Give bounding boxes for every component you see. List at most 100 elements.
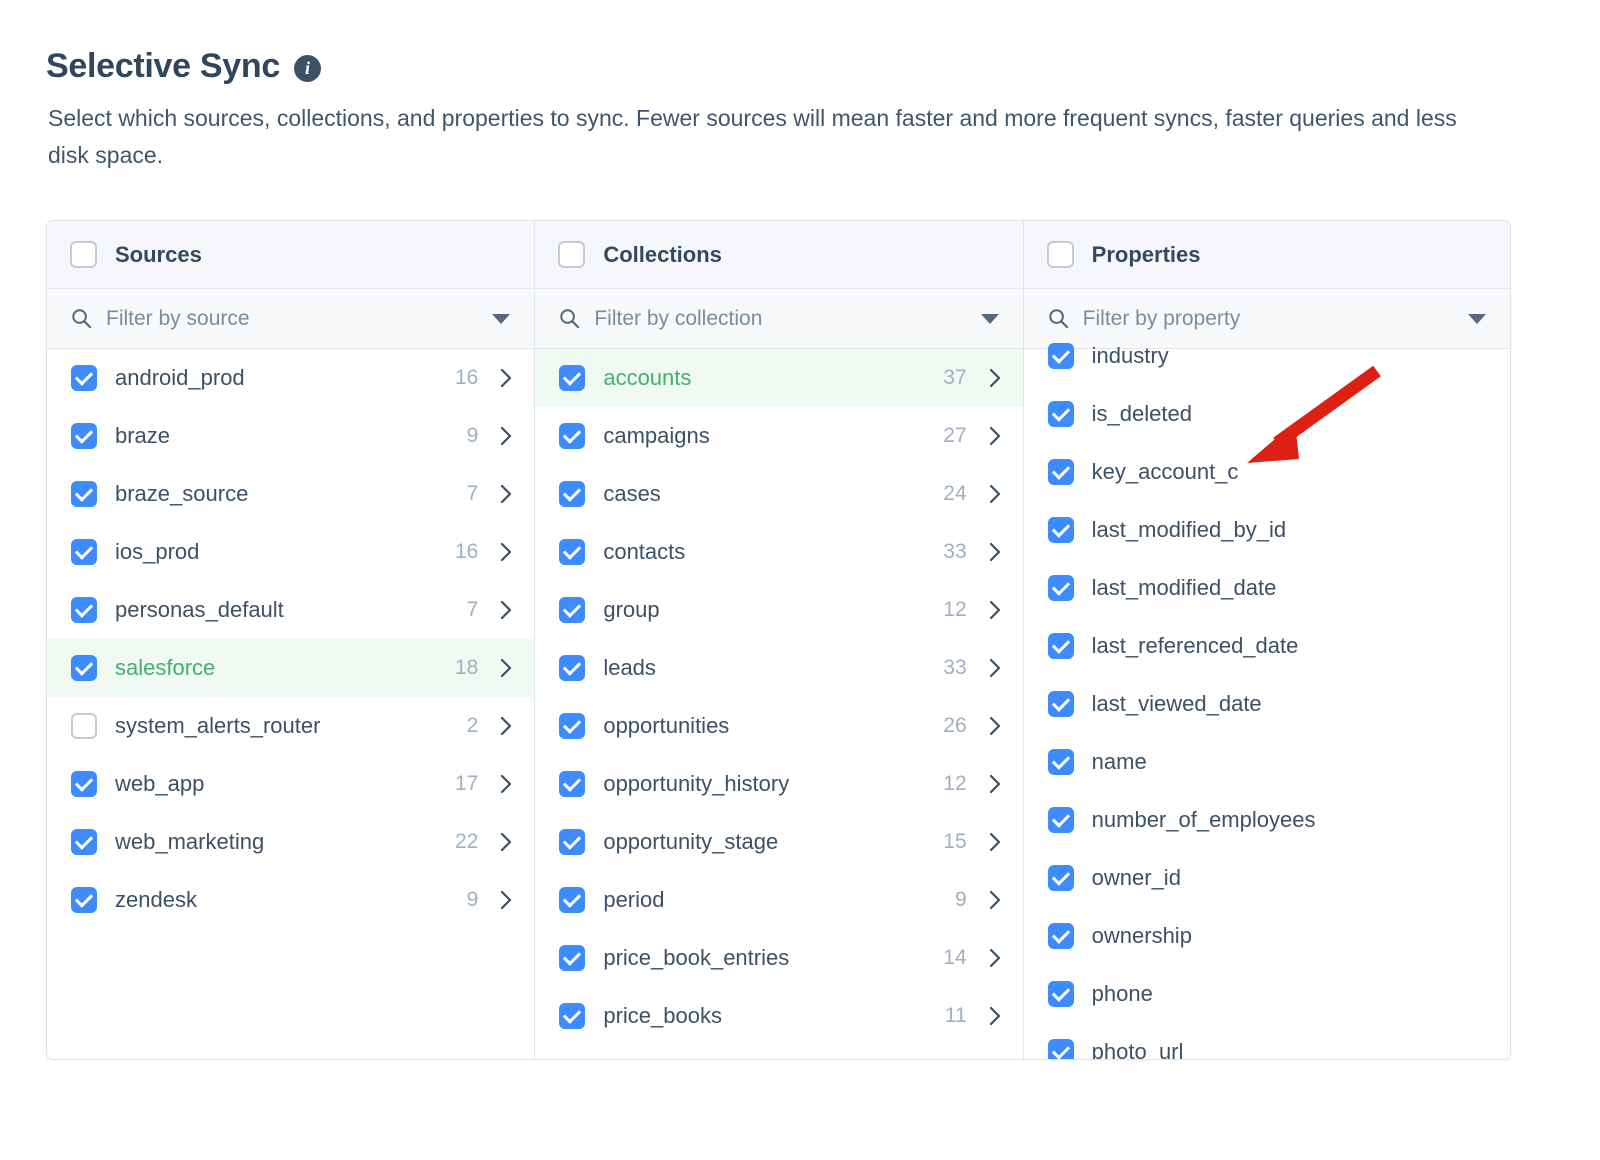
checkbox-web_app[interactable] <box>71 771 97 797</box>
list-item-period[interactable]: period 9 <box>535 871 1022 929</box>
list-item-system_alerts_router[interactable]: system_alerts_router 2 <box>47 697 534 755</box>
expand-price_books-icon[interactable] <box>989 1006 1001 1026</box>
checkbox-salesforce[interactable] <box>71 655 97 681</box>
select-all-sources-checkbox[interactable] <box>70 241 97 268</box>
expand-web_app-icon[interactable] <box>500 774 512 794</box>
list-item-opportunities[interactable]: opportunities 26 <box>535 697 1022 755</box>
checkbox-last_modified_date[interactable] <box>1047 575 1074 601</box>
expand-zendesk-icon[interactable] <box>500 890 512 910</box>
filter-sources-dropdown-icon[interactable] <box>492 313 511 324</box>
checkbox-braze_source[interactable] <box>71 481 97 507</box>
expand-opportunity_stage-icon[interactable] <box>989 832 1001 852</box>
expand-ios_prod-icon[interactable] <box>500 542 512 562</box>
expand-system_alerts_router-icon[interactable] <box>500 716 512 736</box>
checkbox-leads[interactable] <box>559 655 586 681</box>
select-all-collections-checkbox[interactable] <box>558 241 586 268</box>
list-item-leads[interactable]: leads 33 <box>535 639 1022 697</box>
checkbox-cases[interactable] <box>559 481 586 507</box>
list-item-price_books[interactable]: price_books 11 <box>535 987 1022 1045</box>
checkbox-braze[interactable] <box>71 423 97 449</box>
list-item-salesforce[interactable]: salesforce 18 <box>47 639 535 697</box>
list-item-group[interactable]: group 12 <box>535 581 1022 639</box>
list-item-accounts[interactable]: accounts 37 <box>535 349 1023 407</box>
checkbox-opportunity_history[interactable] <box>559 771 586 797</box>
checkbox-contacts[interactable] <box>559 539 586 565</box>
checkbox-ownership[interactable] <box>1047 923 1074 949</box>
checkbox-phone[interactable] <box>1047 981 1074 1007</box>
list-item-zendesk[interactable]: zendesk 9 <box>47 871 534 929</box>
checkbox-group[interactable] <box>559 597 586 623</box>
expand-period-icon[interactable] <box>989 890 1001 910</box>
expand-campaigns-icon[interactable] <box>989 426 1001 446</box>
expand-salesforce-icon[interactable] <box>500 658 512 678</box>
list-item-price_book_entries[interactable]: price_book_entries 14 <box>535 929 1022 987</box>
list-item-phone[interactable]: phone <box>1024 965 1510 1023</box>
expand-braze-icon[interactable] <box>500 426 512 446</box>
checkbox-android_prod[interactable] <box>71 365 97 391</box>
checkbox-number_of_employees[interactable] <box>1047 807 1074 833</box>
checkbox-photo_url[interactable] <box>1047 1039 1074 1059</box>
expand-android_prod-icon[interactable] <box>500 368 512 388</box>
expand-group-icon[interactable] <box>989 600 1001 620</box>
checkbox-personas_default[interactable] <box>71 597 97 623</box>
list-item-ios_prod[interactable]: ios_prod 16 <box>47 523 534 581</box>
column-filter-bar[interactable] <box>47 289 535 349</box>
list-item-last_referenced_date[interactable]: last_referenced_date <box>1024 617 1510 675</box>
checkbox-opportunities[interactable] <box>559 713 586 739</box>
checkbox-last_referenced_date[interactable] <box>1047 633 1074 659</box>
list-item-products[interactable]: products 10 <box>535 1045 1022 1059</box>
list-item-key_account_c[interactable]: key_account_c <box>1024 443 1510 501</box>
expand-contacts-icon[interactable] <box>989 542 1001 562</box>
list-item-android_prod[interactable]: android_prod 16 <box>47 349 534 407</box>
checkbox-last_modified_by_id[interactable] <box>1047 517 1074 543</box>
checkbox-name[interactable] <box>1047 749 1074 775</box>
list-item-opportunity_stage[interactable]: opportunity_stage 15 <box>535 813 1022 871</box>
list-item-ownership[interactable]: ownership <box>1024 907 1510 965</box>
list-item-cases[interactable]: cases 24 <box>535 465 1022 523</box>
filter-collections-dropdown-icon[interactable] <box>980 313 999 324</box>
list-item-is_deleted[interactable]: is_deleted <box>1024 385 1510 443</box>
expand-accounts-icon[interactable] <box>989 368 1001 388</box>
expand-personas_default-icon[interactable] <box>500 600 512 620</box>
expand-opportunities-icon[interactable] <box>989 716 1001 736</box>
checkbox-system_alerts_router[interactable] <box>71 713 97 739</box>
list-item-opportunity_history[interactable]: opportunity_history 12 <box>535 755 1022 813</box>
filter-sources-input[interactable] <box>106 306 479 331</box>
list-item-owner_id[interactable]: owner_id <box>1024 849 1510 907</box>
list-item-personas_default[interactable]: personas_default 7 <box>47 581 534 639</box>
checkbox-key_account_c[interactable] <box>1047 459 1074 485</box>
list-item-braze[interactable]: braze 9 <box>47 407 534 465</box>
list-item-name[interactable]: name <box>1024 733 1510 791</box>
list-item-number_of_employees[interactable]: number_of_employees <box>1024 791 1510 849</box>
list-item-industry[interactable]: industry <box>1024 327 1510 385</box>
checkbox-is_deleted[interactable] <box>1047 401 1074 427</box>
expand-opportunity_history-icon[interactable] <box>989 774 1001 794</box>
checkbox-web_marketing[interactable] <box>71 829 97 855</box>
checkbox-price_book_entries[interactable] <box>559 945 586 971</box>
checkbox-opportunity_stage[interactable] <box>559 829 586 855</box>
checkbox-accounts[interactable] <box>559 365 586 391</box>
list-item-campaigns[interactable]: campaigns 27 <box>535 407 1022 465</box>
expand-price_book_entries-icon[interactable] <box>989 948 1001 968</box>
list-item-last_modified_by_id[interactable]: last_modified_by_id <box>1024 501 1510 559</box>
checkbox-last_viewed_date[interactable] <box>1047 691 1074 717</box>
list-item-braze_source[interactable]: braze_source 7 <box>47 465 534 523</box>
list-item-web_marketing[interactable]: web_marketing 22 <box>47 813 534 871</box>
list-item-photo_url[interactable]: photo_url <box>1024 1023 1510 1059</box>
select-all-properties-checkbox[interactable] <box>1046 241 1074 268</box>
checkbox-ios_prod[interactable] <box>71 539 97 565</box>
checkbox-price_books[interactable] <box>559 1003 586 1029</box>
list-item-last_viewed_date[interactable]: last_viewed_date <box>1024 675 1510 733</box>
checkbox-industry[interactable] <box>1047 343 1074 369</box>
filter-collections-input[interactable] <box>594 306 967 331</box>
checkbox-period[interactable] <box>559 887 586 913</box>
checkbox-zendesk[interactable] <box>71 887 97 913</box>
info-icon[interactable]: i <box>293 54 321 82</box>
expand-cases-icon[interactable] <box>989 484 1001 504</box>
expand-braze_source-icon[interactable] <box>500 484 512 504</box>
list-item-contacts[interactable]: contacts 33 <box>535 523 1022 581</box>
expand-leads-icon[interactable] <box>989 658 1001 678</box>
column-filter-bar[interactable] <box>535 289 1023 349</box>
checkbox-owner_id[interactable] <box>1047 865 1074 891</box>
list-item-web_app[interactable]: web_app 17 <box>47 755 534 813</box>
